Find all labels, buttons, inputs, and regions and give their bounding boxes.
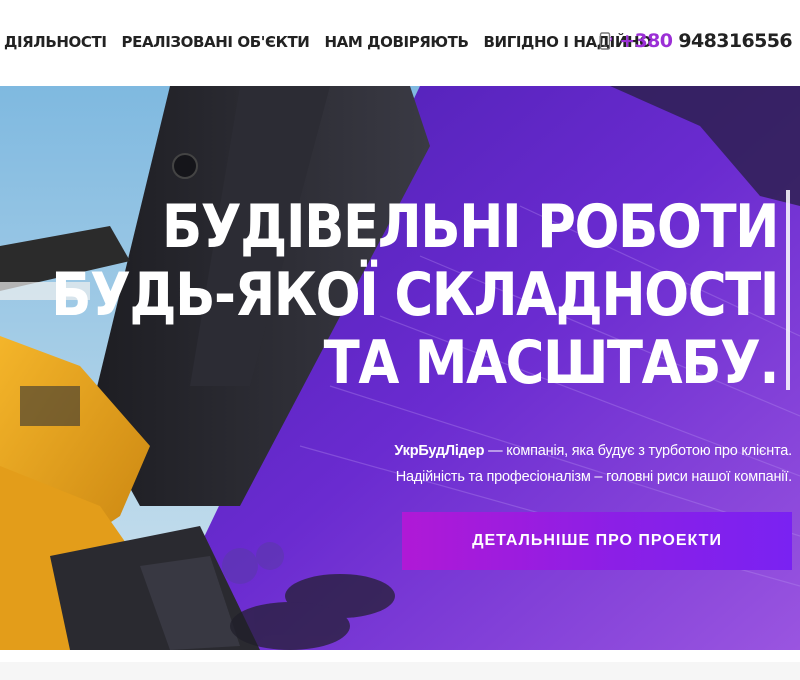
phone-prefix: +380: [619, 30, 673, 52]
phone-number: 948316556: [678, 30, 792, 52]
nav-item-activities[interactable]: ДІЯЛЬНОСТІ: [4, 33, 107, 51]
hero-headline: БУДІВЕЛЬНІ РОБОТИ БУДЬ-ЯКОЇ СКЛАДНОСТІ Т…: [51, 193, 779, 398]
hero-headline-line-2: БУДЬ-ЯКОЇ СКЛАДНОСТІ: [51, 261, 779, 330]
nav-item-projects[interactable]: РЕАЛІЗОВАНІ ОБ'ЄКТИ: [122, 33, 310, 51]
hero-headline-line-1: БУДІВЕЛЬНІ РОБОТИ: [161, 193, 780, 262]
tagline-line-1: УкрБудЛідер — компанія, яка будує з турб…: [394, 438, 792, 464]
headline-accent-bar: [786, 190, 790, 390]
phone-icon: [600, 32, 613, 50]
projects-details-button[interactable]: ДЕТАЛЬНІШЕ ПРО ПРОЕКТИ: [402, 512, 792, 570]
site-header: ДІЯЛЬНОСТІ РЕАЛІЗОВАНІ ОБ'ЄКТИ НАМ ДОВІР…: [0, 0, 800, 86]
hero-headline-line-3: ТА МАСШТАБУ.: [323, 329, 780, 398]
phone-link[interactable]: +380 948316556: [599, 30, 793, 52]
tagline-text: — компанія, яка будує з турботою про клі…: [484, 443, 792, 459]
main-nav: ДІЯЛЬНОСТІ РЕАЛІЗОВАНІ ОБ'ЄКТИ НАМ ДОВІР…: [4, 33, 652, 51]
tagline-line-2: Надійність та професіоналізм – головні р…: [395, 469, 792, 485]
hero-banner: БУДІВЕЛЬНІ РОБОТИ БУДЬ-ЯКОЇ СКЛАДНОСТІ Т…: [0, 86, 800, 650]
hero-tagline: УкрБудЛідер — компанія, яка будує з турб…: [394, 438, 792, 490]
nav-item-clients[interactable]: НАМ ДОВІРЯЮТЬ: [324, 33, 468, 51]
brand-name: УкрБудЛідер: [394, 443, 485, 459]
next-section-edge: [0, 650, 800, 680]
